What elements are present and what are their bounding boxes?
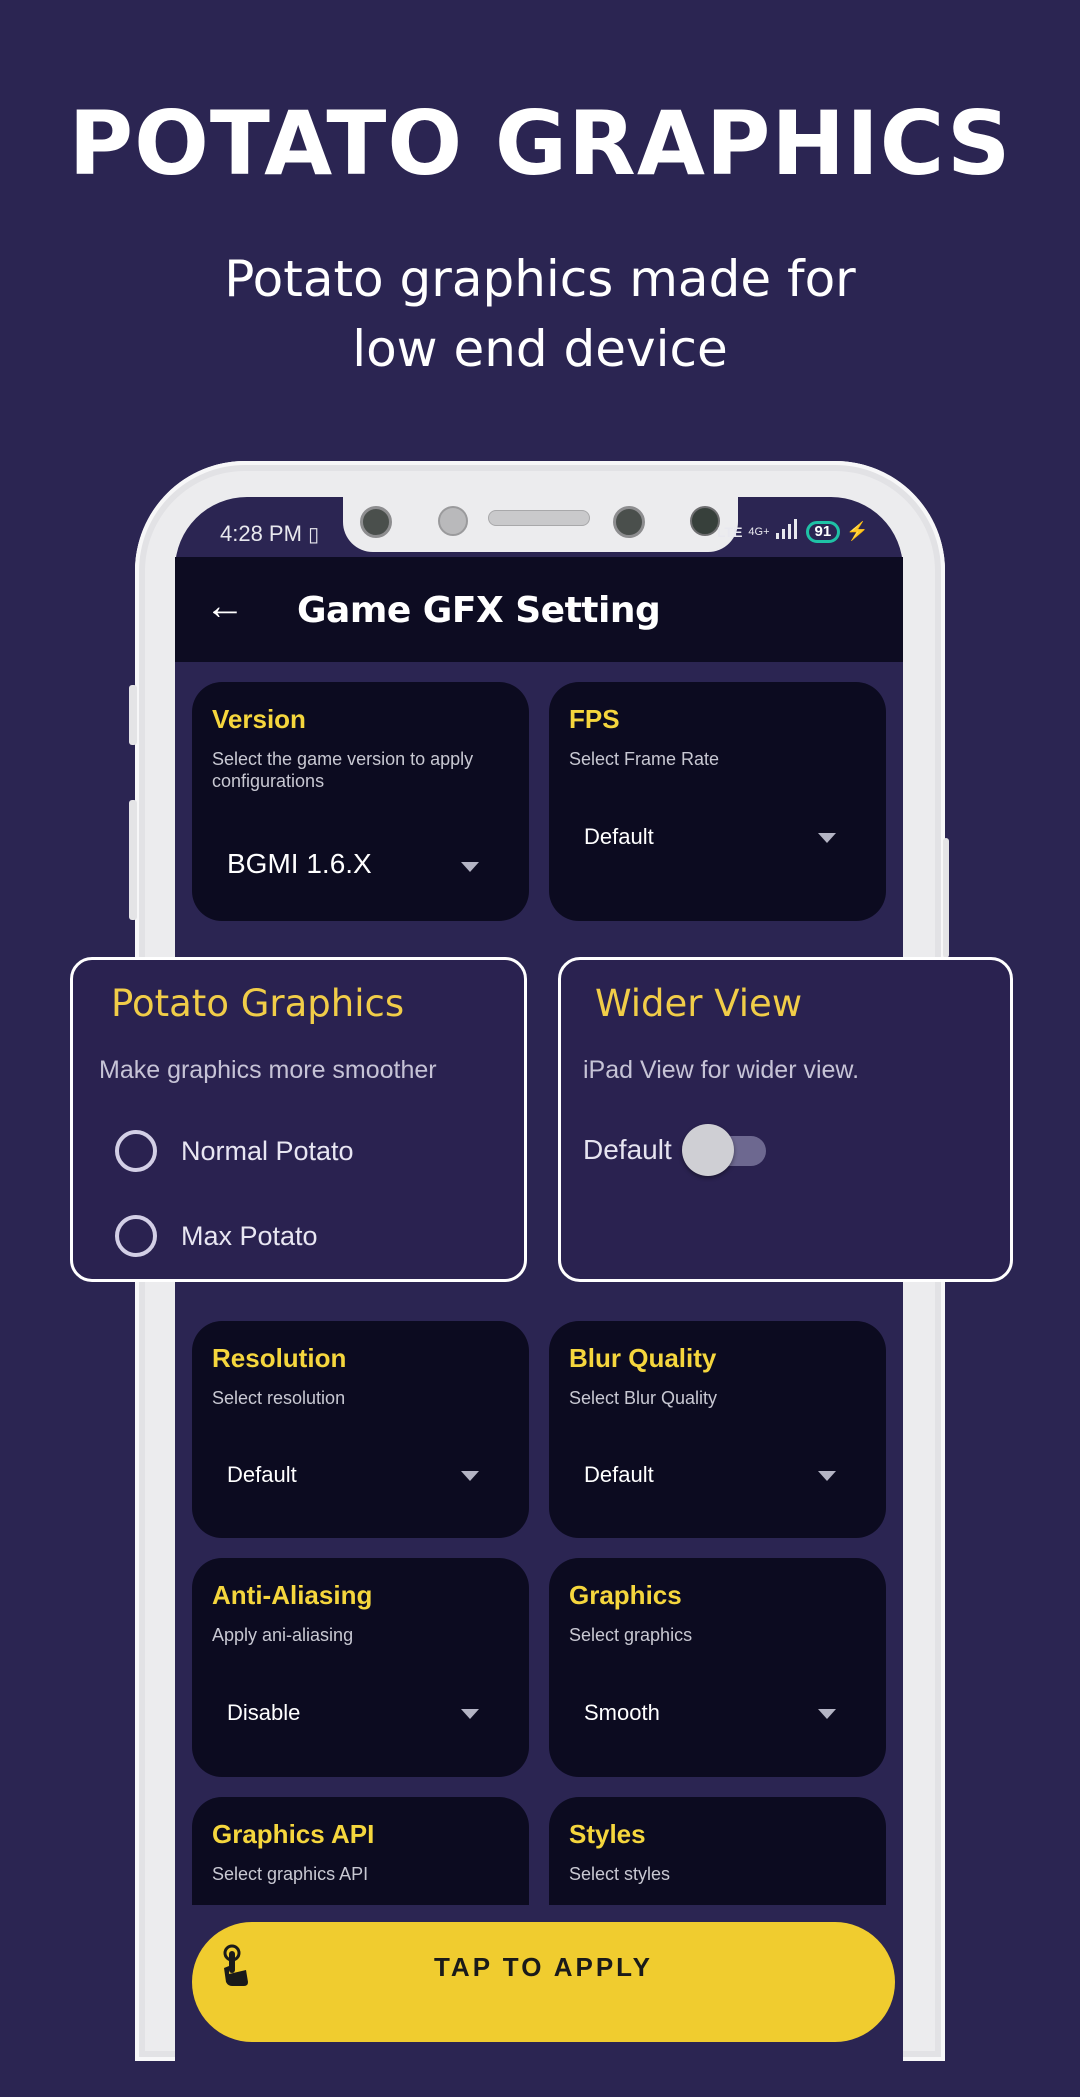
card-description: Select graphics: [569, 1625, 693, 1645]
radio-normal-potato[interactable]: Normal Potato: [115, 1130, 354, 1172]
radio-label: Max Potato: [181, 1220, 318, 1251]
version-dropdown-value[interactable]: BGMI 1.6.X: [227, 848, 372, 880]
callout-description: Make graphics more smoother: [99, 1056, 437, 1084]
card-title: Styles: [569, 1819, 646, 1849]
toggle-label: Default: [583, 1134, 672, 1165]
card-title: Blur Quality: [569, 1343, 717, 1373]
battery-indicator: 91: [805, 520, 841, 543]
setting-card-blur-quality[interactable]: Blur Quality Select Blur Quality Default: [549, 1321, 886, 1538]
signal-icon: [775, 519, 800, 544]
network-type: 4G+: [748, 525, 770, 538]
blur-quality-dropdown-value[interactable]: Default: [584, 1462, 654, 1488]
bolt-icon: ⚡: [846, 521, 869, 541]
chevron-down-icon[interactable]: [461, 1471, 479, 1481]
chevron-down-icon[interactable]: [461, 862, 479, 872]
callout-title: Wider View: [595, 982, 803, 1025]
volte-icon: LTE: [717, 523, 743, 540]
radio-max-potato[interactable]: Max Potato: [115, 1215, 318, 1257]
card-description: Select the game version to apply configu…: [212, 749, 474, 791]
setting-card-styles[interactable]: Styles Select styles: [549, 1797, 886, 1905]
promo-subline: Potato graphics made for low end device: [0, 244, 1080, 384]
radio-button[interactable]: [115, 1215, 157, 1257]
phone-side-button: [943, 838, 949, 958]
anti-aliasing-dropdown-value[interactable]: Disable: [227, 1700, 300, 1726]
card-description: Select resolution: [212, 1388, 346, 1408]
apply-button-label: TAP TO APPLY: [433, 1952, 653, 1982]
card-title: Graphics API: [212, 1819, 375, 1849]
setting-card-resolution[interactable]: Resolution Select resolution Default: [192, 1321, 529, 1538]
chevron-down-icon[interactable]: [818, 833, 836, 843]
tap-to-apply-button[interactable]: TAP TO APPLY: [192, 1922, 895, 2042]
promo-subline-line1: Potato graphics made for: [224, 250, 856, 308]
card-description: Select styles: [569, 1864, 671, 1884]
status-time: 4:28 PM: [220, 521, 302, 546]
card-description: Select graphics API: [212, 1864, 369, 1884]
callout-title: Potato Graphics: [111, 982, 405, 1025]
setting-card-fps[interactable]: FPS Select Frame Rate Default: [549, 682, 886, 921]
wider-view-toggle[interactable]: [681, 1124, 770, 1176]
page-title: Game GFX Setting: [297, 590, 661, 631]
setting-card-graphics-api[interactable]: Graphics API Select graphics API: [192, 1797, 529, 1905]
setting-card-graphics[interactable]: Graphics Select graphics Smooth: [549, 1558, 886, 1777]
sensor-icon: [438, 506, 468, 536]
card-description: Select Frame Rate: [569, 749, 720, 769]
graphics-dropdown-value[interactable]: Smooth: [584, 1700, 660, 1726]
proximity-sensor-icon: [690, 506, 720, 536]
phone-side-button: [129, 685, 137, 745]
radio-button[interactable]: [115, 1130, 157, 1172]
toggle-thumb[interactable]: [681, 1124, 734, 1176]
wider-view-toggle-row: Default: [583, 1124, 770, 1176]
front-camera-icon: [360, 506, 392, 538]
back-arrow-icon[interactable]: ←: [205, 586, 245, 626]
chevron-down-icon[interactable]: [818, 1471, 836, 1481]
callout-description: iPad View for wider view.: [583, 1056, 860, 1084]
card-title: Anti-Aliasing: [212, 1580, 373, 1610]
fps-dropdown-value[interactable]: Default: [584, 824, 654, 850]
radio-label: Normal Potato: [181, 1135, 354, 1166]
setting-card-version[interactable]: Version Select the game version to apply…: [192, 682, 529, 921]
card-title: Resolution: [212, 1343, 347, 1373]
setting-card-anti-aliasing[interactable]: Anti-Aliasing Apply ani-aliasing Disable: [192, 1558, 529, 1777]
chevron-down-icon[interactable]: [818, 1709, 836, 1719]
status-bar-right: LTE 4G+ 91 ⚡: [717, 519, 869, 544]
chevron-down-icon[interactable]: [461, 1709, 479, 1719]
phone-side-button: [129, 800, 137, 920]
card-title: FPS: [569, 704, 620, 734]
front-camera-icon: [613, 506, 645, 538]
vibrate-icon: ▯: [308, 524, 320, 546]
card-description: Select Blur Quality: [569, 1388, 718, 1408]
promo-headline: POTATO GRAPHICS: [68, 92, 1012, 195]
card-description: Apply ani-aliasing: [212, 1625, 354, 1645]
resolution-dropdown-value[interactable]: Default: [227, 1462, 297, 1488]
potato-graphics-callout: Potato Graphics Make graphics more smoot…: [70, 957, 527, 1282]
status-bar-left: 4:28 PM ▯: [220, 521, 319, 547]
wider-view-callout: Wider View iPad View for wider view. Def…: [558, 957, 1013, 1282]
earpiece-speaker: [488, 510, 590, 526]
promo-subline-line2: low end device: [352, 320, 728, 378]
card-title: Version: [212, 704, 306, 734]
card-title: Graphics: [569, 1580, 682, 1610]
